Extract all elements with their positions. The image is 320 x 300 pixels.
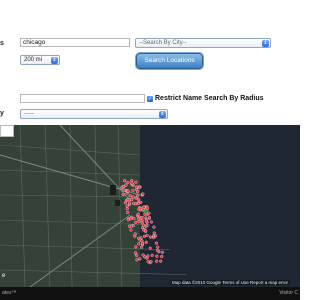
map-pin-icon[interactable] (160, 250, 165, 254)
map-pin-icon[interactable] (140, 239, 144, 243)
map-pin-icon[interactable] (141, 192, 145, 196)
map-attribution: Map data ©2010 Google Terms of Use Repor… (169, 280, 290, 285)
map-pin-icon[interactable] (136, 217, 140, 221)
map-pin-icon[interactable] (149, 260, 153, 264)
map-view[interactable]: e Map data ©2010 Google Terms of Use Rep… (0, 125, 300, 287)
zoom-control[interactable] (0, 125, 14, 137)
map-pin-icon[interactable] (129, 228, 133, 232)
type-select-value: ----- (24, 111, 34, 117)
city-select-value: --Search By City-- (139, 40, 187, 46)
search-query-input[interactable]: chicago (20, 38, 130, 47)
map-pin-icon[interactable] (142, 234, 147, 238)
map-pin-icon[interactable] (132, 201, 136, 206)
map-pin-icon[interactable] (128, 201, 132, 205)
map-pin-icon[interactable] (141, 253, 145, 257)
map-pin-icon[interactable] (156, 245, 160, 249)
map-pin-icon[interactable] (141, 241, 145, 246)
map-pin-icon[interactable] (122, 188, 126, 192)
map-pin-icon[interactable] (140, 215, 144, 219)
map-pin-icon[interactable] (152, 225, 156, 229)
map-pin-icon[interactable] (137, 201, 141, 206)
map-pin-icon[interactable] (131, 188, 135, 192)
radius-select-value: 200 mi (24, 57, 43, 63)
map-pin-icon[interactable] (137, 198, 141, 202)
type-select[interactable]: ----- ⇕ (20, 109, 168, 119)
chevron-updown-icon: ⇕ (262, 40, 269, 47)
city-select[interactable]: --Search By City-- ⇕ (135, 38, 271, 48)
map-pin-icon[interactable] (145, 224, 149, 228)
map-pin-icon[interactable] (145, 233, 149, 237)
map-pin-icon[interactable] (140, 245, 144, 249)
map-pin-icon[interactable] (134, 220, 138, 224)
map-pin-icon[interactable] (134, 180, 138, 184)
map-pin-icon[interactable] (154, 241, 159, 245)
map-pin-icon[interactable] (125, 207, 129, 211)
map-pin-icon[interactable] (142, 205, 146, 209)
map-pin-icon[interactable] (144, 240, 148, 244)
map-pin-icon[interactable] (127, 224, 132, 228)
map-small-label: e (2, 273, 6, 279)
map-pin-icon[interactable] (138, 257, 142, 261)
map-pin-icon[interactable] (130, 197, 134, 202)
map-pin-icon[interactable] (121, 192, 125, 197)
search-locations-button[interactable]: Search Locations (136, 53, 203, 69)
map-pin-icon[interactable] (123, 179, 127, 183)
map-pin-icon[interactable] (152, 231, 156, 235)
location-markers[interactable] (0, 125, 300, 287)
map-pin-icon[interactable] (138, 206, 143, 210)
map-pin-icon[interactable] (147, 215, 151, 219)
map-pin-icon[interactable] (148, 235, 153, 239)
map-pin-icon[interactable] (140, 221, 144, 225)
map-pin-icon[interactable] (156, 249, 160, 253)
map-pin-icon[interactable] (135, 258, 139, 262)
name-search-input[interactable] (20, 94, 145, 103)
map-pin-icon[interactable] (136, 212, 140, 216)
map-pin-icon[interactable] (125, 204, 129, 208)
chevron-updown-icon: ⇕ (159, 111, 166, 118)
map-pin-icon[interactable] (149, 220, 153, 224)
map-pin-icon[interactable] (146, 260, 150, 264)
map-pin-icon[interactable] (155, 254, 159, 258)
map-pin-icon[interactable] (136, 190, 140, 194)
map-pin-icon[interactable] (134, 245, 138, 249)
map-pin-icon[interactable] (134, 185, 139, 189)
footer-right-text[interactable]: Visitor C (279, 290, 298, 296)
map-pin-icon[interactable] (135, 194, 139, 198)
map-pin-icon[interactable] (148, 246, 152, 250)
map-pin-icon[interactable] (133, 232, 137, 236)
map-pin-icon[interactable] (130, 181, 134, 185)
map-pin-icon[interactable] (137, 220, 141, 224)
footer-bar: ates™ Visitor C (0, 287, 300, 300)
footer-left-text: ates™ (2, 290, 17, 296)
map-pin-icon[interactable] (155, 259, 159, 263)
map-pin-icon[interactable] (131, 195, 135, 199)
chevron-updown-icon: ⇕ (51, 57, 58, 64)
map-pin-icon[interactable] (137, 242, 141, 246)
map-pin-icon[interactable] (126, 218, 130, 222)
checkmark-icon: ✓ (147, 96, 153, 102)
type-label-fragment: y (0, 110, 4, 117)
map-pin-icon[interactable] (144, 219, 148, 223)
map-pin-icon[interactable] (124, 183, 128, 187)
map-pin-icon[interactable] (123, 201, 128, 205)
radius-select[interactable]: 200 mi ⇕ (20, 55, 60, 65)
map-pin-icon[interactable] (126, 210, 130, 215)
restrict-radius-label: Restrict Name Search By Radius (155, 95, 264, 102)
map-pin-icon[interactable] (152, 235, 156, 240)
map-pin-icon[interactable] (126, 180, 130, 185)
map-pin-icon[interactable] (147, 211, 151, 215)
map-pin-icon[interactable] (128, 194, 132, 198)
map-pin-icon[interactable] (132, 216, 136, 220)
map-pin-icon[interactable] (145, 256, 149, 260)
query-label-fragment: s (0, 40, 4, 47)
map-pin-icon[interactable] (159, 259, 163, 263)
map-pin-icon[interactable] (150, 253, 154, 257)
map-pin-icon[interactable] (145, 206, 149, 210)
map-pin-icon[interactable] (143, 212, 147, 216)
map-pin-icon[interactable] (160, 254, 164, 259)
map-pin-icon[interactable] (126, 189, 130, 193)
restrict-radius-checkbox[interactable]: ✓ (147, 96, 153, 102)
map-pin-icon[interactable] (144, 229, 148, 233)
map-pin-icon[interactable] (135, 253, 139, 257)
